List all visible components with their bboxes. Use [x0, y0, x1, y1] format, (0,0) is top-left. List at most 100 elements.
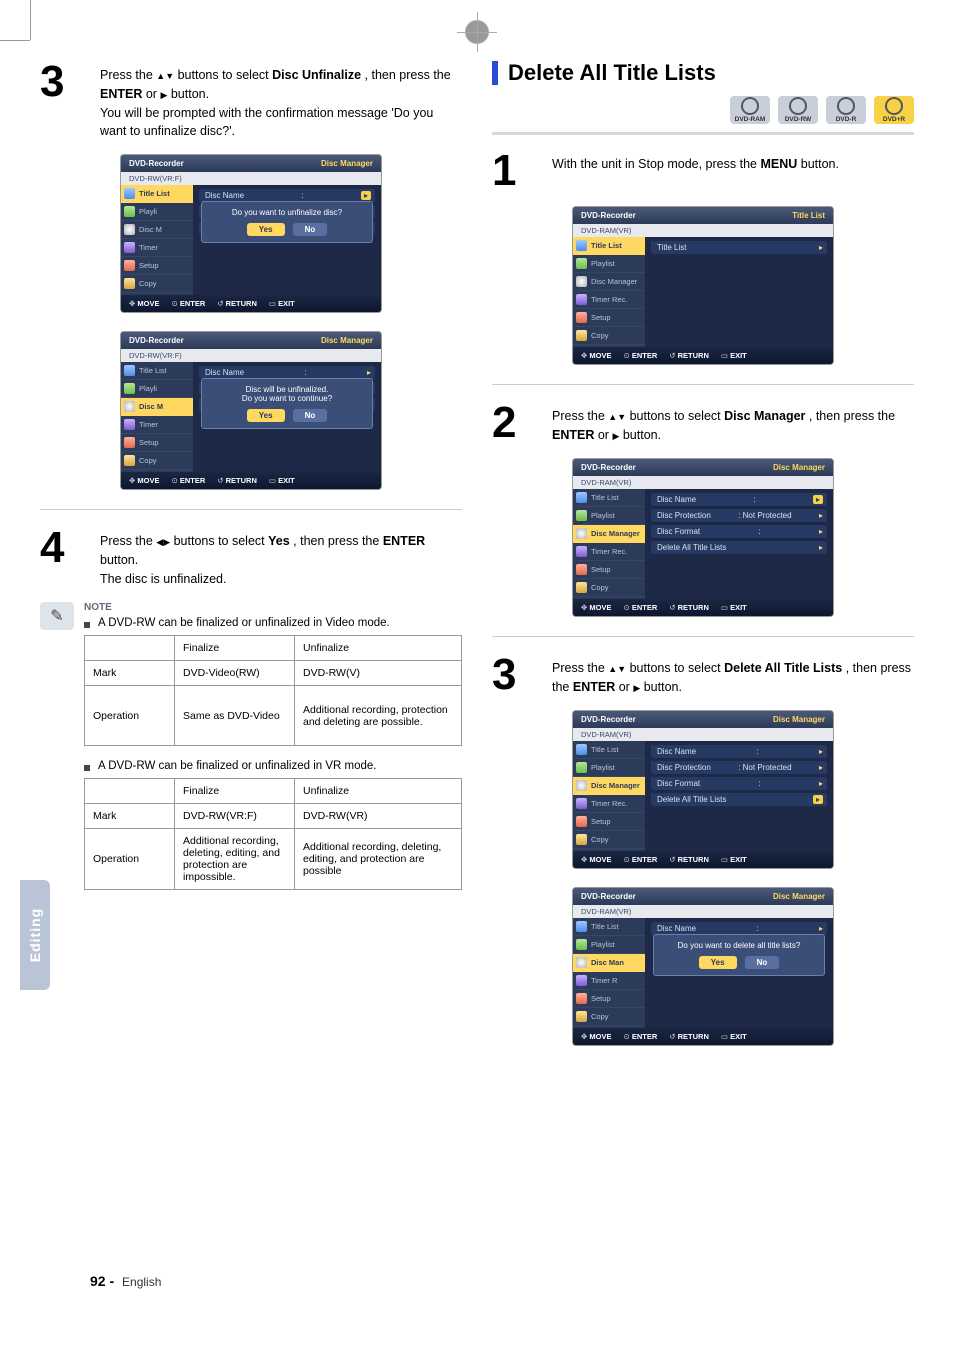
step-body: Press the buttons to select Disc Unfinal…	[100, 60, 462, 141]
right-arrow-icon	[160, 87, 167, 101]
note-body: NOTE A DVD-RW can be finalized or unfina…	[84, 602, 462, 890]
osd-title: DVD-Recorder	[581, 892, 636, 901]
osd-title-list: DVD-RecorderTitle List DVD-RAM(VR) Title…	[573, 207, 833, 364]
nav-playlist: Playlist	[573, 255, 645, 273]
list-icon	[576, 492, 587, 503]
dialog-message: Do you want to delete all title lists?	[660, 941, 818, 950]
foot-return: ↺ RETURN	[669, 1032, 709, 1041]
list-icon	[576, 921, 587, 932]
t: Setup	[591, 313, 611, 322]
t: RETURN	[678, 603, 709, 612]
t: A DVD-RW can be finalized or unfinalized…	[98, 617, 390, 629]
play-icon	[576, 762, 587, 773]
t: MOVE	[137, 476, 159, 485]
step-body: Press the buttons to select Yes , then p…	[100, 526, 462, 588]
foot-return: ↺ RETURN	[669, 603, 709, 612]
t: DVD-RAM	[735, 116, 766, 123]
t: Title List	[591, 745, 619, 754]
t: :	[756, 924, 758, 933]
osd-nav: Title List Playlist Disc Manager Timer R…	[573, 237, 645, 347]
t: RETURN	[226, 299, 257, 308]
divider	[492, 384, 914, 385]
t: Delete All Title Lists	[657, 795, 726, 804]
t: Press the	[100, 534, 156, 548]
t: Disc M	[139, 402, 163, 411]
t: Title List	[591, 241, 622, 250]
osd-subtitle: DVD-RW(VR:F)	[121, 349, 381, 362]
nav-timer-rec: Timer Rec.	[573, 795, 645, 813]
foot-return: ↺ RETURN	[217, 476, 257, 485]
chevron-right-icon: ▸	[819, 543, 823, 552]
t: EXIT	[278, 299, 295, 308]
copy-icon	[576, 582, 587, 593]
t: :	[753, 495, 755, 504]
osd-disc-manager: DVD-RecorderDisc Manager DVD-RAM(VR) Tit…	[573, 459, 833, 616]
t: ENTER	[100, 87, 142, 101]
t: button.	[171, 87, 209, 101]
yes-button[interactable]: Yes	[247, 223, 285, 236]
t: Playlist	[591, 259, 615, 268]
t: The disc is unfinalized.	[100, 572, 226, 586]
list-icon	[576, 744, 587, 755]
step-body: With the unit in Stop mode, press the ME…	[552, 149, 914, 193]
nav-playlist: Playli	[121, 203, 193, 221]
t: Copy	[591, 583, 609, 592]
page-number: 92 -	[90, 1273, 114, 1289]
osd-pane: Disc Name:▸ Do you want to delete all ti…	[645, 918, 833, 1028]
nav-disc-manager: Disc Man	[573, 954, 645, 972]
osd-subtitle: DVD-RAM(VR)	[573, 476, 833, 489]
step-body: Press the buttons to select Delete All T…	[552, 653, 914, 697]
list-icon	[124, 365, 135, 376]
yes-button[interactable]: Yes	[247, 409, 285, 422]
osd-title-right: Disc Manager	[773, 463, 825, 472]
t: Timer	[139, 243, 158, 252]
disc-rw-icon: DVD-RW	[778, 96, 818, 124]
no-button[interactable]: No	[745, 956, 780, 969]
osd-dialog: Disc will be unfinalized. Do you want to…	[201, 378, 373, 429]
step-body: Press the buttons to select Disc Manager…	[552, 401, 914, 445]
disc-icon	[576, 276, 587, 287]
osd-footer: ✥ MOVE ⊙ ENTER ↺ RETURN ▭ EXIT	[573, 599, 833, 616]
t: , then press the	[809, 409, 895, 423]
nav-title-list: Title List	[121, 362, 193, 380]
t: ENTER	[632, 603, 657, 612]
no-button[interactable]: No	[293, 409, 328, 422]
osd-pane: Disc Name:▸ ▸ ▸ Disc will be unfinalized…	[193, 362, 381, 472]
t: DVD-R	[836, 116, 857, 123]
foot-enter: ⊙ ENTER	[171, 476, 205, 485]
t: Disc M	[139, 225, 162, 234]
th: Unfinalize	[295, 779, 462, 804]
play-icon	[124, 206, 135, 217]
side-tab: Editing	[20, 880, 50, 990]
yes-button[interactable]: Yes	[699, 956, 737, 969]
t: Title List	[657, 243, 687, 252]
t: RETURN	[678, 1032, 709, 1041]
td: Operation	[85, 829, 175, 890]
t: EXIT	[730, 855, 747, 864]
t: , then press the	[365, 68, 451, 82]
t: buttons to select	[174, 534, 269, 548]
note-icon: ✎	[40, 602, 74, 630]
disc-icon	[576, 957, 587, 968]
right-step-3: 3 Press the buttons to select Delete All…	[492, 653, 914, 697]
t: button.	[623, 428, 661, 442]
chevron-right-icon: ▸	[819, 924, 823, 933]
t: A DVD-RW can be finalized or unfinalized…	[98, 760, 376, 772]
td: DVD-RW(VR:F)	[175, 804, 295, 829]
heading-text: Delete All Title Lists	[508, 60, 716, 86]
t: Playli	[139, 384, 157, 393]
td: DVD-RW(VR)	[295, 804, 462, 829]
t: Press the	[552, 661, 608, 675]
nav-playlist: Playlist	[573, 936, 645, 954]
osd-row: Disc Name:▸	[651, 493, 827, 506]
osd-subtitle: DVD-RAM(VR)	[573, 728, 833, 741]
disc-r-icon: DVD-R	[826, 96, 866, 124]
t: button.	[100, 553, 138, 567]
no-button[interactable]: No	[293, 223, 328, 236]
t: Copy	[139, 456, 157, 465]
dialog-message: Disc will be unfinalized. Do you want to…	[208, 385, 366, 403]
down-arrow-icon	[617, 409, 626, 423]
t: or	[598, 428, 613, 442]
note-block: ✎ NOTE A DVD-RW can be finalized or unfi…	[40, 602, 462, 890]
foot-exit: ▭ EXIT	[721, 1032, 747, 1041]
